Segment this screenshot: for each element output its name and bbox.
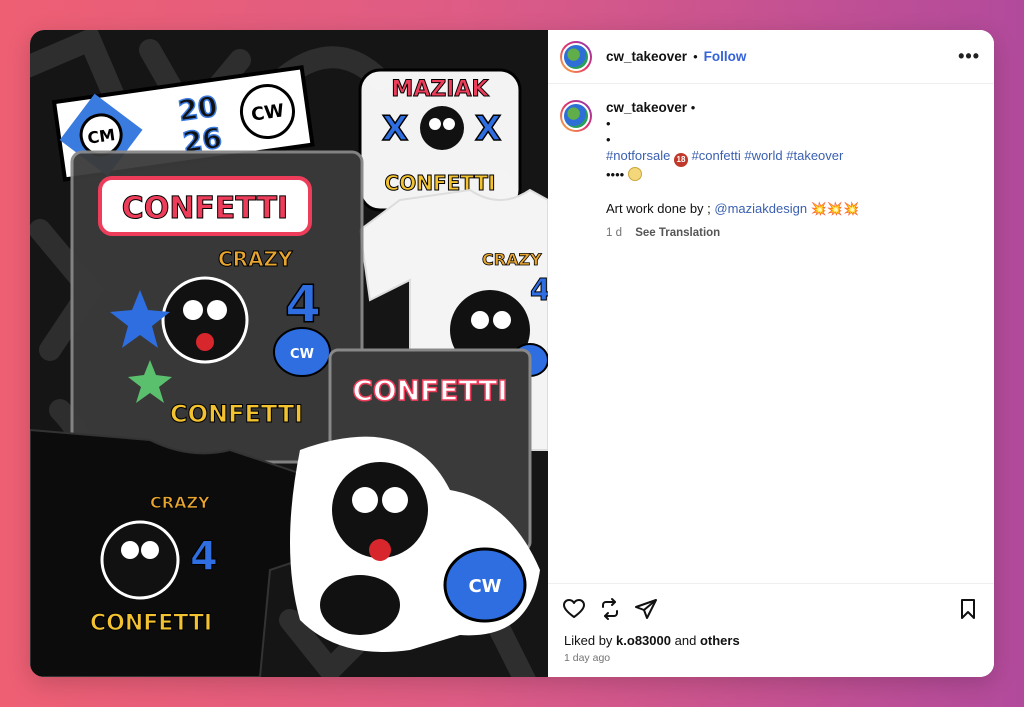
caption-credit: Art work done by ;	[606, 201, 711, 216]
caption-bullet-2: •	[606, 132, 611, 147]
bag-confetti-title: CONFETTI	[122, 191, 288, 226]
confetti-bag: CONFETTI CRAZY 4 CW CONFETTI	[70, 150, 364, 464]
black-tshirt-confetti: CONFETTI	[90, 611, 212, 636]
hashtag-list[interactable]: #confetti #world #takeover	[692, 148, 844, 163]
bag2-confetti-title: CONFETTI	[352, 374, 507, 407]
black-tshirt: CRAZY 4 CONFETTI	[30, 428, 332, 677]
character-cw-text: CW	[468, 576, 501, 597]
share-icon[interactable]	[634, 597, 658, 621]
author-username[interactable]: cw_takeover	[606, 49, 687, 64]
caption-age: 1 d	[606, 227, 622, 239]
emoji-face-icon	[627, 167, 642, 181]
caption-username[interactable]: cw_takeover	[606, 100, 687, 115]
maziak-confetti-text: CONFETTI	[385, 171, 496, 195]
tshirt-crazy-text: CRAZY	[482, 250, 542, 269]
see-translation-link[interactable]: See Translation	[635, 227, 720, 239]
caption-avatar[interactable]	[560, 100, 592, 132]
burst-emoji-icons: 💥💥💥	[810, 201, 860, 216]
caption-block: cw_takeover • • • #notforsale 18 #confet…	[548, 84, 994, 241]
post-card: CM 20 26 CW MAZIAK X X CONFETTI CRAZY 4 …	[30, 30, 994, 677]
maziak-sticker: MAZIAK X X CONFETTI	[358, 68, 522, 212]
author-avatar[interactable]	[560, 40, 592, 73]
repost-icon[interactable]	[598, 597, 622, 621]
heart-icon[interactable]	[562, 597, 586, 621]
post-timestamp: 1 day ago	[564, 652, 611, 664]
likes-user[interactable]: k.o83000	[616, 633, 671, 648]
sticker-cm-text: CM	[86, 125, 116, 148]
black-tshirt-crazy: CRAZY	[150, 493, 210, 512]
caption-text: cw_takeover • • • #notforsale 18 #confet…	[606, 100, 859, 241]
more-icon[interactable]: •••	[958, 46, 980, 67]
caption-meta: 1 d See Translation	[606, 225, 859, 241]
bag-four-text: 4	[285, 275, 321, 335]
caption-dots: ••••	[606, 167, 625, 182]
bag-crazy-text: CRAZY	[218, 247, 293, 271]
action-bar	[548, 583, 994, 633]
post-header: cw_takeover • Follow •••	[548, 30, 994, 84]
black-tshirt-four: 4	[190, 534, 218, 580]
post-image[interactable]: CM 20 26 CW MAZIAK X X CONFETTI CRAZY 4 …	[30, 30, 548, 677]
post-side-panel: cw_takeover • Follow ••• cw_takeover • •…	[548, 30, 994, 677]
caption-separator: •	[690, 100, 696, 115]
caption-bullet-1: •	[606, 116, 611, 131]
header-separator: •	[693, 49, 698, 64]
adult-badge-icon: 18	[673, 153, 688, 167]
likes-joiner: and	[674, 633, 697, 648]
bag-confetti-footer: CONFETTI	[170, 400, 303, 428]
mention-link[interactable]: @maziakdesign	[714, 201, 807, 216]
bookmark-icon[interactable]	[956, 597, 980, 621]
maziak-x-left: X	[382, 109, 408, 149]
likes-prefix: Liked by	[564, 633, 613, 648]
tshirt-four-text: 4	[530, 273, 548, 308]
artwork-illustration: CM 20 26 CW MAZIAK X X CONFETTI CRAZY 4 …	[30, 30, 548, 677]
bag-cw-text: CW	[290, 347, 314, 362]
hashtag-notforsale[interactable]: #notforsale	[606, 148, 670, 163]
likes-others[interactable]: others	[700, 633, 740, 648]
maziak-x-right: X	[475, 109, 501, 149]
likes-summary: Liked by k.o83000 and others	[564, 633, 740, 648]
follow-button[interactable]: Follow	[704, 49, 747, 64]
maziak-text: MAZIAK	[391, 77, 489, 102]
